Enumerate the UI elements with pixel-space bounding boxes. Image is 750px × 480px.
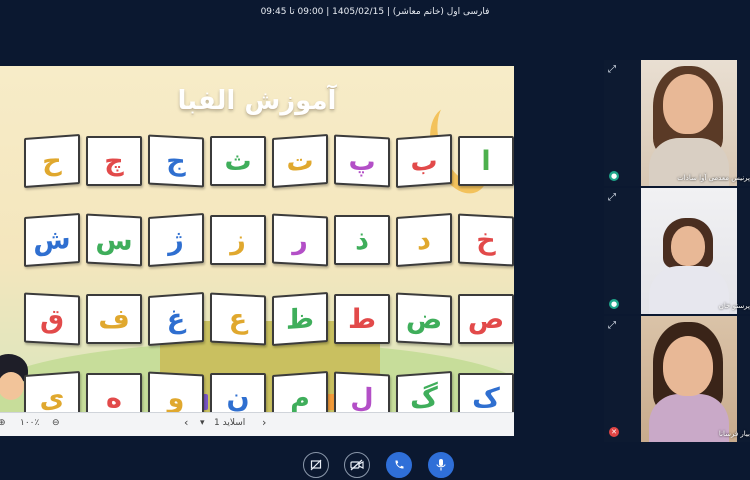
letter-card: ط	[334, 294, 390, 344]
slide: آموزش الفبا ابپتثجچح خدذرزژسش صضطظعغفق کگلم…	[0, 66, 514, 412]
zoom-level: ۱۰۰٪	[20, 418, 40, 428]
letter-card: ع	[210, 292, 266, 346]
camera-off-icon	[350, 459, 364, 471]
camera-button[interactable]	[344, 452, 370, 478]
letter-card: ث	[210, 136, 266, 186]
letter-card: ش	[24, 213, 80, 267]
letter-card: ج	[148, 134, 204, 188]
mic-off-icon: ✕	[609, 427, 619, 437]
participant-video	[641, 188, 737, 314]
zoom-in-icon[interactable]: ⊕	[0, 418, 6, 428]
letter-card: ن	[210, 373, 266, 412]
letter-card: و	[148, 371, 204, 412]
slide-dropdown-icon[interactable]: ▾	[200, 418, 205, 428]
phone-icon	[395, 460, 404, 469]
next-slide-icon[interactable]: ›	[262, 416, 266, 429]
call-controls	[0, 452, 750, 480]
letter-card: ب	[396, 134, 452, 188]
participant-name: پرستو خان	[718, 302, 750, 310]
letter-card: ک	[458, 373, 514, 412]
letter-card: ح	[24, 134, 80, 188]
slide-title: آموزش الفبا	[177, 86, 337, 116]
participant-video	[641, 316, 737, 442]
participant-tile[interactable]: ⤢ ● پرستو خان	[604, 188, 750, 314]
letter-card: ذ	[334, 215, 390, 265]
participant-name: بیار فرسانا	[718, 430, 750, 438]
letter-card: ظ	[272, 292, 328, 346]
letter-card: ص	[458, 294, 514, 344]
letter-card: ژ	[148, 213, 204, 267]
participant-tile[interactable]: ⤢ ● پرنیس معدمی آوا سادات	[604, 60, 750, 186]
letter-card: ت	[272, 134, 328, 188]
microphone-icon	[436, 459, 446, 471]
letter-card: پ	[334, 134, 390, 188]
letter-card: ض	[396, 292, 452, 346]
window-title: فارسی اول (خانم معاشر) | 1405/02/15 | 09…	[260, 7, 490, 17]
letter-card: ر	[272, 213, 328, 267]
presentation-area: آموزش الفبا ابپتثجچح خدذرزژسش صضطظعغفق کگلم…	[0, 66, 514, 436]
mic-on-icon: ●	[609, 171, 619, 181]
participant-video	[641, 60, 737, 186]
letter-card: ا	[458, 136, 514, 186]
letter-card: ف	[86, 294, 142, 344]
participant-tile[interactable]: ⤢ ✕ بیار فرسانا	[604, 316, 750, 442]
slide-toolbar: ⊕ ۱۰۰٪ ⊖ ‹ ▾ اسلاید 1 ›	[0, 412, 514, 436]
letter-card: غ	[148, 292, 204, 346]
letter-card: د	[396, 213, 452, 267]
screen-share-off-icon	[310, 459, 322, 471]
call-button[interactable]	[386, 452, 412, 478]
expand-icon[interactable]: ⤢	[608, 320, 616, 331]
zoom-out-icon[interactable]: ⊖	[52, 418, 60, 428]
slide-selector[interactable]: اسلاید 1	[214, 418, 245, 428]
expand-icon[interactable]: ⤢	[608, 192, 616, 203]
letter-card: ق	[24, 292, 80, 346]
letter-card: گ	[396, 371, 452, 412]
mic-on-icon: ●	[609, 299, 619, 309]
letter-card: م	[272, 371, 328, 412]
screen-share-button[interactable]	[303, 452, 329, 478]
prev-slide-icon[interactable]: ‹	[184, 416, 188, 429]
letter-card: ی	[24, 371, 80, 412]
participant-name: پرنیس معدمی آوا سادات	[677, 174, 750, 182]
letter-card: چ	[86, 136, 142, 186]
letter-card: خ	[458, 213, 514, 267]
microphone-button[interactable]	[428, 452, 454, 478]
alphabet-grid: ابپتثجچح خدذرزژسش صضطظعغفق کگلمنوهی	[18, 134, 514, 412]
letter-card: ل	[334, 371, 390, 412]
letter-card: س	[86, 213, 142, 267]
letter-card: ه	[86, 373, 142, 412]
letter-card: ز	[210, 215, 266, 265]
expand-icon[interactable]: ⤢	[608, 64, 616, 75]
